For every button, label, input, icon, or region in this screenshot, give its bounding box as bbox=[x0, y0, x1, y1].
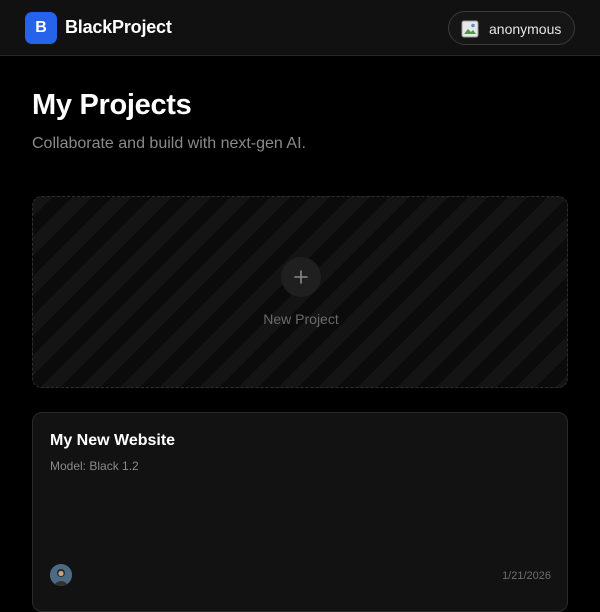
user-name: anonymous bbox=[489, 21, 562, 37]
brand-name[interactable]: BlackProject bbox=[65, 17, 172, 38]
project-model: Model: Black 1.2 bbox=[50, 459, 139, 473]
new-project-label: New Project bbox=[263, 311, 339, 327]
top-bar: B BlackProject anonymous bbox=[0, 0, 600, 56]
logo-icon[interactable]: B bbox=[25, 12, 57, 44]
plus-icon bbox=[281, 257, 321, 297]
broken-image-avatar-icon bbox=[461, 20, 479, 38]
project-title: My New Website bbox=[50, 432, 176, 449]
page-title: My Projects bbox=[32, 89, 192, 121]
new-project-card[interactable]: New Project bbox=[32, 196, 568, 388]
user-menu-button[interactable]: anonymous bbox=[448, 11, 575, 45]
logo-letter: B bbox=[35, 19, 47, 36]
avatar-photo-icon bbox=[50, 564, 72, 586]
project-card[interactable]: My New Website Model: Black 1.2 1/21/202… bbox=[32, 412, 568, 612]
project-date: 1/21/2026 bbox=[502, 570, 551, 582]
page-subtitle: Collaborate and build with next-gen AI. bbox=[32, 135, 306, 152]
